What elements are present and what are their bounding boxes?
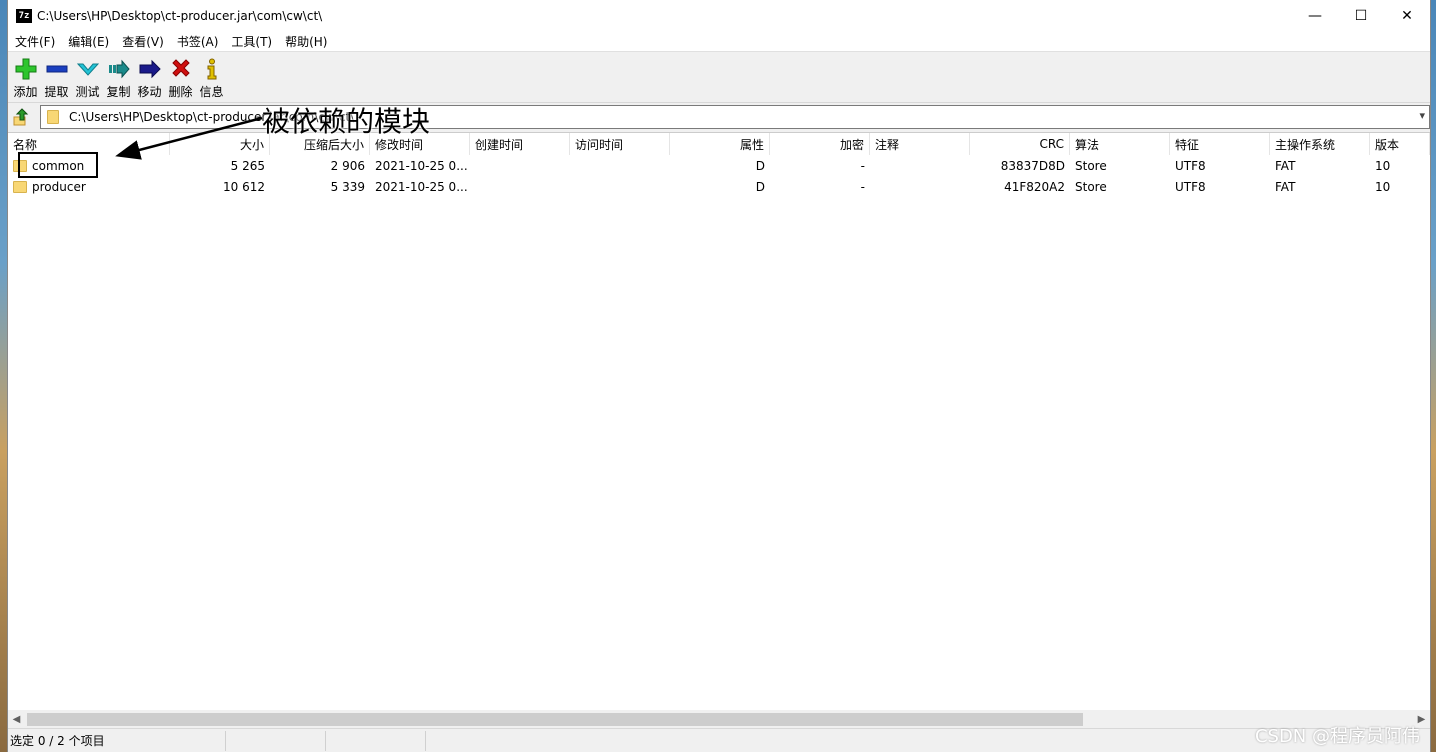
sevenzip-app-icon: 7z (16, 8, 32, 23)
maximize-button[interactable]: ☐ (1338, 0, 1384, 31)
address-field[interactable]: C:\Users\HP\Desktop\ct-producer.jar\com\… (40, 105, 1430, 129)
menu-view[interactable]: 查看(V) (117, 33, 169, 50)
crc-cell: 83837D8D (1000, 158, 1065, 173)
move-icon (138, 58, 162, 80)
name-cell: producer (8, 176, 170, 197)
col-crc[interactable]: CRC (970, 133, 1070, 155)
col-accessed[interactable]: 访问时间 (570, 133, 670, 155)
info-icon (200, 58, 224, 80)
col-comment[interactable]: 注释 (870, 133, 970, 155)
move-button[interactable]: 移动 (134, 58, 165, 100)
copy-icon (107, 58, 131, 80)
packed-cell: 2 906 (330, 158, 365, 173)
extract-label: 提取 (44, 85, 69, 99)
move-label: 移动 (137, 85, 162, 99)
accessed-cell (570, 155, 670, 176)
file-list[interactable]: 名称 大小 压缩后大小 修改时间 创建时间 访问时间 属性 加密 注释 CRC … (8, 132, 1430, 710)
selection-status: 选定 0 / 2 个项目 (8, 730, 226, 751)
table-row[interactable]: producer 10 612 5 339 2021-10-25 0... D … (8, 176, 1430, 197)
table-row[interactable]: common 5 265 2 906 2021-10-25 0... D - 8… (8, 155, 1430, 176)
folder-icon (47, 110, 59, 124)
method-cell: Store (1075, 179, 1107, 194)
comment-cell (870, 176, 970, 197)
menu-file[interactable]: 文件(F) (10, 33, 60, 50)
column-header: 名称 大小 压缩后大小 修改时间 创建时间 访问时间 属性 加密 注释 CRC … (8, 133, 1430, 155)
menu-tools[interactable]: 工具(T) (226, 33, 277, 50)
file-name: producer (32, 179, 86, 194)
extract-icon (45, 58, 69, 80)
col-attributes[interactable]: 属性 (670, 133, 770, 155)
scroll-track[interactable] (25, 711, 1413, 728)
scroll-left-icon[interactable]: ◀ (8, 711, 25, 728)
encrypted-cell: - (860, 158, 865, 173)
status-bar: 选定 0 / 2 个项目 (8, 728, 1430, 752)
up-folder-button[interactable] (10, 106, 32, 128)
minimize-button[interactable]: — (1292, 0, 1338, 31)
test-label: 测试 (75, 85, 100, 99)
attributes-cell: D (755, 158, 765, 173)
col-method[interactable]: 算法 (1070, 133, 1170, 155)
accessed-cell (570, 176, 670, 197)
add-button[interactable]: 添加 (10, 58, 41, 100)
packed-cell: 5 339 (330, 179, 365, 194)
annotation-label: 被依赖的模块 (262, 105, 431, 138)
col-encrypted[interactable]: 加密 (770, 133, 870, 155)
address-bar: C:\Users\HP\Desktop\ct-producer.jar\com\… (8, 103, 1430, 131)
info-button[interactable]: 信息 (196, 58, 227, 100)
status-segment (326, 730, 426, 751)
extract-button[interactable]: 提取 (41, 58, 72, 100)
delete-button[interactable]: 删除 (165, 58, 196, 100)
copy-label: 复制 (106, 85, 131, 99)
attributes-cell: D (755, 179, 765, 194)
up-arrow-icon (13, 108, 29, 126)
method-cell: Store (1075, 158, 1107, 173)
comment-cell (870, 155, 970, 176)
characteristics-cell: UTF8 (1175, 158, 1206, 173)
col-host-os[interactable]: 主操作系统 (1270, 133, 1370, 155)
created-cell (470, 176, 570, 197)
window-controls: — ☐ ✕ (1292, 0, 1430, 31)
menu-help[interactable]: 帮助(H) (280, 33, 332, 50)
folder-icon (13, 180, 27, 193)
col-characteristics[interactable]: 特征 (1170, 133, 1270, 155)
delete-icon (169, 58, 193, 80)
host-os-cell: FAT (1275, 158, 1296, 173)
modified-cell: 2021-10-25 0... (375, 158, 468, 173)
archive-window: 7z C:\Users\HP\Desktop\ct-producer.jar\c… (7, 0, 1431, 752)
col-created[interactable]: 创建时间 (470, 133, 570, 155)
title-bar[interactable]: 7z C:\Users\HP\Desktop\ct-producer.jar\c… (8, 0, 1430, 31)
encrypted-cell: - (860, 179, 865, 194)
add-icon (14, 58, 38, 80)
info-label: 信息 (199, 85, 224, 99)
test-icon (76, 58, 100, 80)
col-size[interactable]: 大小 (170, 133, 270, 155)
menu-bar: 文件(F) 编辑(E) 查看(V) 书签(A) 工具(T) 帮助(H) (8, 31, 1430, 51)
window-title: C:\Users\HP\Desktop\ct-producer.jar\com\… (37, 8, 323, 23)
characteristics-cell: UTF8 (1175, 179, 1206, 194)
watermark: CSDN @程序员阿伟 (1254, 726, 1420, 747)
test-button[interactable]: 测试 (72, 58, 103, 100)
crc-cell: 41F820A2 (1004, 179, 1065, 194)
copy-button[interactable]: 复制 (103, 58, 134, 100)
status-segment (226, 730, 326, 751)
col-version[interactable]: 版本 (1370, 133, 1430, 155)
created-cell (470, 155, 570, 176)
menu-edit[interactable]: 编辑(E) (63, 33, 114, 50)
scroll-thumb[interactable] (27, 712, 1083, 726)
add-label: 添加 (13, 85, 38, 99)
size-cell: 10 612 (223, 179, 265, 194)
size-cell: 5 265 (230, 158, 265, 173)
horizontal-scrollbar[interactable]: ◀ ▶ (8, 710, 1430, 728)
chevron-down-icon[interactable]: ▾ (1419, 109, 1425, 122)
annotation-highlight-box (18, 152, 98, 178)
version-cell: 10 (1375, 158, 1391, 173)
host-os-cell: FAT (1275, 179, 1296, 194)
toolbar: 添加 提取 测试 复制 移动 删除 信息 (8, 51, 1430, 103)
close-button[interactable]: ✕ (1384, 0, 1430, 31)
delete-label: 删除 (168, 85, 193, 99)
version-cell: 10 (1375, 179, 1391, 194)
menu-bookmarks[interactable]: 书签(A) (172, 33, 224, 50)
modified-cell: 2021-10-25 0... (375, 179, 468, 194)
